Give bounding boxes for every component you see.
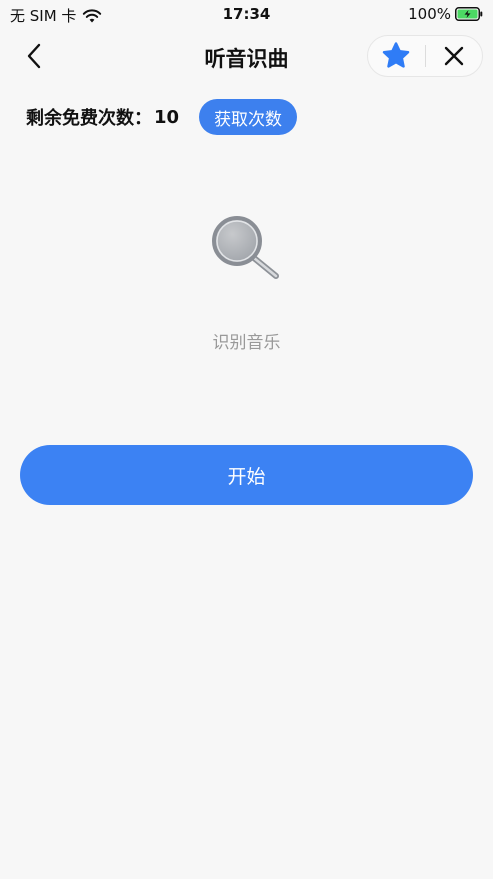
close-icon bbox=[444, 46, 463, 66]
star-icon bbox=[383, 42, 410, 68]
favorite-button[interactable] bbox=[368, 36, 425, 76]
start-button[interactable]: 开始 bbox=[20, 445, 473, 505]
get-quota-button[interactable]: 获取次数 bbox=[199, 99, 298, 135]
quota-row: 剩余免费次数： 10 获取次数 bbox=[26, 98, 298, 136]
navigation-bar: 听音识曲 bbox=[0, 30, 493, 82]
quota-value: 10 bbox=[154, 106, 180, 128]
close-button[interactable] bbox=[425, 36, 482, 76]
battery-charging-icon bbox=[455, 7, 483, 21]
magnifier-icon bbox=[212, 216, 279, 279]
recognize-music-hint: 识别音乐 bbox=[212, 333, 281, 353]
status-bar: 无 SIM 卡 17:34 100% bbox=[0, 0, 493, 28]
menu-capsule bbox=[367, 35, 483, 77]
status-right: 100% bbox=[408, 5, 483, 23]
battery-percent: 100% bbox=[408, 5, 451, 23]
quota-label: 剩余免费次数： bbox=[26, 108, 152, 129]
